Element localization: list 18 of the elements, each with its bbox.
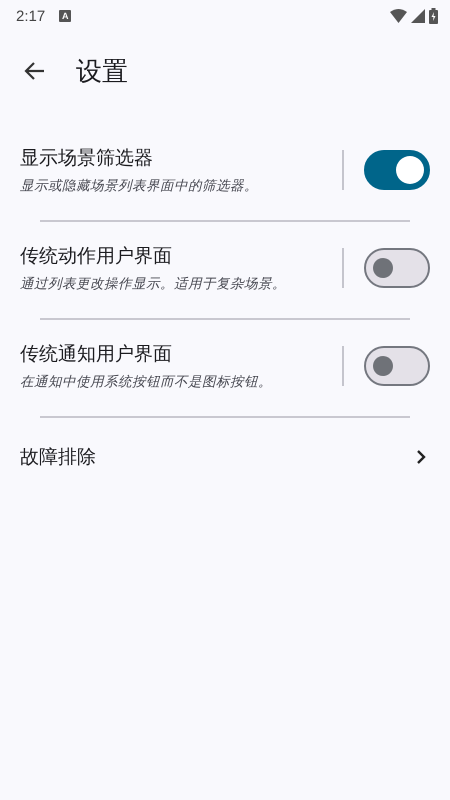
setting-title: 显示场景筛选器 [20,147,154,171]
chevron-right-icon [416,449,426,465]
wifi-icon [390,9,407,23]
setting-title: 传统动作用户界面 [20,245,173,269]
battery-icon [429,8,438,24]
back-arrow-icon [23,61,45,81]
setting-title: 传统通知用户界面 [20,343,173,367]
signal-icon [411,9,425,23]
status-time: 2:17 [16,8,46,24]
notification-icon: A [59,10,72,22]
toggle-switch[interactable] [364,248,430,288]
setting-description: 通过列表更改操作显示。适用于复杂场景。 [20,275,287,293]
setting-description: 显示或隐藏场景列表界面中的筛选器。 [20,177,259,195]
toggle-switch[interactable] [364,346,430,386]
setting-description: 在通知中使用系统按钮而不是图标按钮。 [20,373,273,391]
settings-link[interactable]: 故障排除 [0,418,450,470]
toggle-switch[interactable] [364,150,430,190]
screen-title: 设置 [76,54,128,88]
